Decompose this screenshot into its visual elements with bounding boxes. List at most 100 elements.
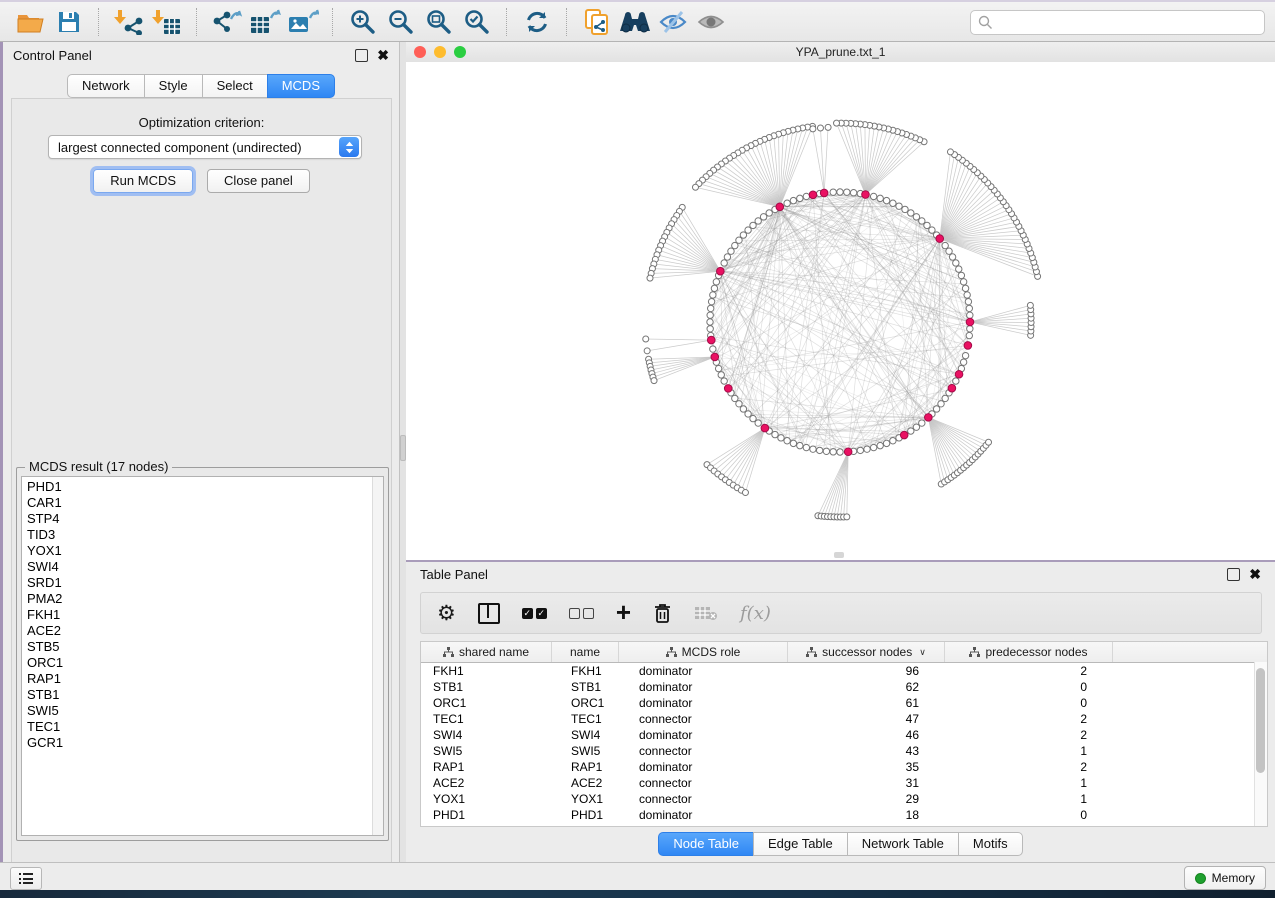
mcds-result-item[interactable]: SWI5	[27, 703, 383, 719]
column-header-MCDS-role[interactable]: MCDS role	[619, 642, 788, 662]
close-table-panel-icon[interactable]: ✖	[1249, 569, 1261, 580]
deselect-all-icon[interactable]	[569, 608, 594, 619]
zoom-selected-icon[interactable]	[458, 5, 496, 39]
zoom-fit-icon[interactable]	[420, 5, 458, 39]
tab-select[interactable]: Select	[202, 74, 267, 98]
mcds-result-item[interactable]: STB1	[27, 687, 383, 703]
export-table-icon[interactable]	[246, 5, 284, 39]
open-folder-icon[interactable]	[12, 5, 50, 39]
mcds-result-item[interactable]: YOX1	[27, 543, 383, 559]
mcds-result-item[interactable]: PMA2	[27, 591, 383, 607]
table-row[interactable]: RAP1RAP1dominator352	[421, 759, 1267, 775]
mcds-result-item[interactable]: CAR1	[27, 495, 383, 511]
run-mcds-button[interactable]: Run MCDS	[93, 169, 193, 193]
hide-selected-eye-icon[interactable]	[654, 5, 692, 39]
first-neighbors-icon[interactable]	[616, 5, 654, 39]
toolbar-separator	[98, 8, 100, 36]
tab-style[interactable]: Style	[144, 74, 202, 98]
network-from-selection-icon[interactable]	[578, 5, 616, 39]
table-options-gear-icon[interactable]: ⚙	[437, 603, 456, 623]
mcds-result-item[interactable]: STB5	[27, 639, 383, 655]
attribute-tree-icon	[806, 647, 817, 657]
table-panel: Table Panel ✖ ⚙ ✓✓ + f(x) shared namenam…	[406, 562, 1275, 862]
close-panel-button[interactable]: Close panel	[207, 169, 310, 193]
search-input[interactable]	[970, 10, 1265, 35]
mcds-result-item[interactable]: ACE2	[27, 623, 383, 639]
table-row[interactable]: PHD1PHD1dominator180	[421, 807, 1267, 823]
table-cell: 2	[945, 664, 1113, 678]
delete-table-icon-disabled	[694, 605, 718, 621]
node-table[interactable]: shared namenameMCDS rolesuccessor nodes∨…	[420, 641, 1268, 827]
table-row[interactable]: TEC1TEC1connector472	[421, 711, 1267, 727]
task-history-button[interactable]	[10, 867, 42, 890]
table-cell: 61	[788, 696, 945, 710]
tab-network-table[interactable]: Network Table	[847, 832, 958, 856]
optimization-criterion-select[interactable]: largest connected component (undirected)	[48, 135, 362, 159]
table-cell: ORC1	[421, 696, 552, 710]
mcds-result-item[interactable]: FKH1	[27, 607, 383, 623]
mcds-result-item[interactable]: GCR1	[27, 735, 383, 751]
column-header-successor-nodes[interactable]: successor nodes∨	[788, 642, 945, 662]
column-header-shared-name[interactable]: shared name	[421, 642, 552, 662]
table-row[interactable]: YOX1YOX1connector291	[421, 791, 1267, 807]
float-table-panel-icon[interactable]	[1227, 568, 1240, 581]
window-zoom-light[interactable]	[454, 46, 466, 58]
export-image-icon[interactable]	[284, 5, 322, 39]
mcds-result-item[interactable]: TID3	[27, 527, 383, 543]
table-scrollbar-thumb[interactable]	[1256, 668, 1265, 773]
mcds-result-item[interactable]: ORC1	[27, 655, 383, 671]
mcds-tab-content: Optimization criterion: largest connecte…	[11, 98, 392, 889]
memory-button[interactable]: Memory	[1184, 866, 1266, 890]
table-cell: 35	[788, 760, 945, 774]
mcds-result-item[interactable]: SWI4	[27, 559, 383, 575]
export-network-icon[interactable]	[208, 5, 246, 39]
zoom-out-icon[interactable]	[382, 5, 420, 39]
tab-network[interactable]: Network	[67, 74, 144, 98]
toolbar-separator	[196, 8, 198, 36]
table-cell: 18	[788, 808, 945, 822]
add-column-icon[interactable]: +	[616, 605, 631, 622]
show-all-eye-icon[interactable]	[692, 5, 730, 39]
tab-motifs[interactable]: Motifs	[958, 832, 1023, 856]
import-network-icon[interactable]	[110, 5, 148, 39]
mcds-result-item[interactable]: TEC1	[27, 719, 383, 735]
zoom-in-icon[interactable]	[344, 5, 382, 39]
table-cell: SWI4	[421, 728, 552, 742]
mcds-result-list[interactable]: PHD1CAR1STP4TID3YOX1SWI4SRD1PMA2FKH1ACE2…	[21, 476, 384, 836]
refresh-icon[interactable]	[518, 5, 556, 39]
table-scrollbar[interactable]	[1254, 662, 1267, 826]
table-cell: 0	[945, 680, 1113, 694]
column-header-predecessor-nodes[interactable]: predecessor nodes	[945, 642, 1113, 662]
table-row[interactable]: STB1STB1dominator620	[421, 679, 1267, 695]
table-row[interactable]: ACE2ACE2connector311	[421, 775, 1267, 791]
table-cell: 47	[788, 712, 945, 726]
mcds-result-item[interactable]: SRD1	[27, 575, 383, 591]
float-panel-icon[interactable]	[355, 49, 368, 62]
tab-edge-table[interactable]: Edge Table	[753, 832, 847, 856]
close-panel-icon[interactable]: ✖	[377, 50, 389, 61]
network-canvas[interactable]	[406, 62, 1275, 560]
save-icon[interactable]	[50, 5, 88, 39]
import-table-icon[interactable]	[148, 5, 186, 39]
select-all-icon[interactable]: ✓✓	[522, 608, 547, 619]
table-cell: connector	[619, 712, 788, 726]
mcds-list-scrollbar[interactable]	[372, 477, 383, 835]
network-scroll-grip[interactable]	[834, 552, 844, 558]
table-cell: FKH1	[421, 664, 552, 678]
window-close-light[interactable]	[414, 46, 426, 58]
tab-mcds[interactable]: MCDS	[267, 74, 335, 98]
column-header-name[interactable]: name	[552, 642, 619, 662]
tab-node-table[interactable]: Node Table	[658, 832, 753, 856]
table-cell: dominator	[619, 760, 788, 774]
table-row[interactable]: ORC1ORC1dominator610	[421, 695, 1267, 711]
mcds-result-item[interactable]: RAP1	[27, 671, 383, 687]
table-row[interactable]: FKH1FKH1dominator962	[421, 663, 1267, 679]
window-minimize-light[interactable]	[434, 46, 446, 58]
network-window-titlebar[interactable]: YPA_prune.txt_1	[406, 42, 1275, 63]
mcds-result-item[interactable]: PHD1	[27, 479, 383, 495]
table-row[interactable]: SWI5SWI5connector431	[421, 743, 1267, 759]
mcds-result-item[interactable]: STP4	[27, 511, 383, 527]
show-columns-icon[interactable]	[478, 603, 500, 624]
table-row[interactable]: SWI4SWI4dominator462	[421, 727, 1267, 743]
delete-column-trash-icon[interactable]	[653, 603, 672, 624]
